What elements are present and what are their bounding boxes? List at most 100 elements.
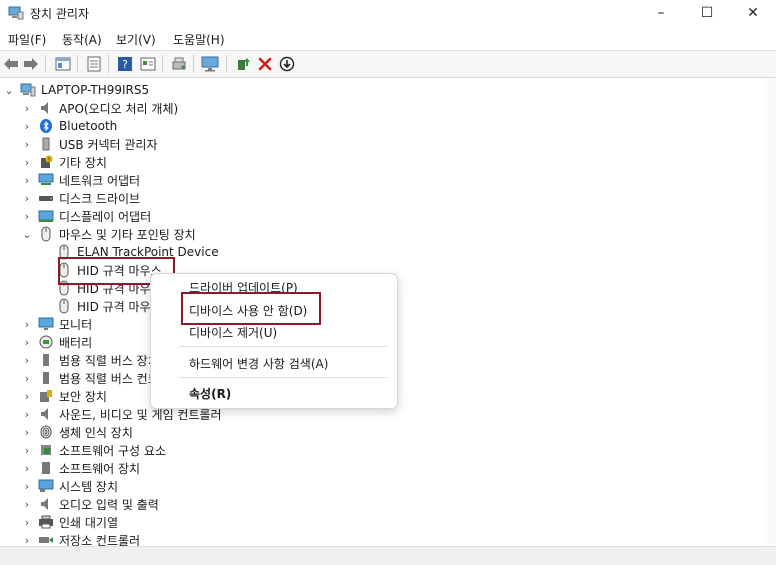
tree-item-other-devices[interactable]: › ! 기타 장치 (22, 153, 107, 171)
tree-item-label: 생체 인식 장치 (59, 425, 133, 440)
tree-item-software-components[interactable]: › 소프트웨어 구성 요소 (22, 441, 166, 459)
properties-icon[interactable] (54, 55, 72, 73)
menu-separator (179, 346, 387, 347)
tree-item-storage[interactable]: › 저장소 컨트롤러 (22, 531, 140, 547)
bluetooth-icon (38, 118, 54, 134)
menu-view[interactable]: 보기(V) (116, 31, 156, 48)
menu-file[interactable]: 파일(F) (8, 31, 46, 48)
menu-scan-hardware[interactable]: 하드웨어 변경 사항 검색(A) (189, 355, 328, 372)
tree-item-monitor[interactable]: › 모니터 (22, 315, 92, 333)
menu-separator (179, 377, 387, 378)
tree-item-label: 기타 장치 (59, 155, 107, 170)
tree-item-disk[interactable]: › 디스크 드라이브 (22, 189, 140, 207)
unknown-device-icon: ! (38, 154, 54, 170)
chevron-right-icon[interactable]: › (22, 117, 32, 135)
tree-item-usb-devices[interactable]: › 범용 직렬 버스 장치 (22, 351, 159, 369)
tree-item-mice[interactable]: ⌄ 마우스 및 기타 포인팅 장치 (22, 225, 196, 243)
tree-child-hid-mouse-3[interactable]: HID 규격 마우스 (40, 297, 162, 315)
chevron-down-icon[interactable]: ⌄ (22, 225, 32, 243)
chevron-right-icon[interactable]: › (22, 369, 32, 387)
close-button[interactable]: ✕ (730, 0, 776, 26)
chevron-right-icon[interactable]: › (22, 333, 32, 351)
chevron-right-icon[interactable]: › (22, 153, 32, 171)
horizontal-scrollbar[interactable] (0, 546, 776, 565)
usb-controller-icon (38, 370, 54, 386)
tree-item-label: APO(오디오 처리 개체) (59, 101, 179, 116)
tree-item-battery[interactable]: › 배터리 (22, 333, 92, 351)
disable-down-icon[interactable] (278, 55, 296, 73)
chevron-right-icon[interactable]: › (22, 99, 32, 117)
view-icon[interactable] (139, 55, 157, 73)
storage-icon (38, 532, 54, 546)
chevron-right-icon[interactable]: › (22, 387, 32, 405)
tree-item-label: 인쇄 대기열 (59, 515, 119, 530)
maximize-icon: ☐ (700, 5, 714, 21)
maximize-button[interactable]: ☐ (684, 0, 730, 26)
chevron-down-icon[interactable]: ⌄ (4, 81, 14, 99)
chevron-right-icon[interactable]: › (22, 531, 32, 547)
sound-icon (38, 406, 54, 422)
close-icon: ✕ (747, 5, 759, 21)
chevron-right-icon[interactable]: › (22, 459, 32, 477)
uninstall-x-icon[interactable] (256, 55, 274, 73)
chevron-right-icon[interactable]: › (22, 135, 32, 153)
tree-item-system[interactable]: › 시스템 장치 (22, 477, 118, 495)
chevron-right-icon[interactable]: › (22, 495, 32, 513)
toolbar-separator (193, 55, 194, 73)
forward-arrow-icon[interactable] (22, 55, 40, 73)
menu-uninstall-device[interactable]: 디바이스 제거(U) (189, 324, 277, 341)
tree-item-label: 보안 장치 (59, 389, 107, 404)
tree-item-label: 디스크 드라이브 (59, 191, 141, 206)
tree-item-label: USB 커넥터 관리자 (59, 137, 158, 152)
tree-item-label: 배터리 (59, 335, 93, 350)
chevron-right-icon[interactable]: › (22, 423, 32, 441)
tree-item-usb-connector[interactable]: › USB 커넥터 관리자 (22, 135, 158, 153)
tree-item-network[interactable]: › 네트워크 어댑터 (22, 171, 140, 189)
tree-root-label: LAPTOP-TH99IRS5 (41, 83, 150, 97)
update-driver-icon[interactable] (234, 55, 252, 73)
menu-properties[interactable]: 속성(R) (189, 385, 231, 402)
vertical-scrollbar[interactable] (764, 78, 776, 546)
mouse-icon (38, 226, 54, 242)
list-icon[interactable] (85, 55, 103, 73)
chevron-right-icon[interactable]: › (22, 513, 32, 531)
tree-item-label: 마우스 및 기타 포인팅 장치 (59, 227, 196, 242)
tree-item-label: 오디오 입력 및 출력 (59, 497, 159, 512)
tree-item-label: 네트워크 어댑터 (59, 173, 141, 188)
menu-help[interactable]: 도움말(H) (173, 31, 225, 48)
chevron-right-icon[interactable]: › (22, 171, 32, 189)
menu-action[interactable]: 동작(A) (62, 31, 102, 48)
minimize-button[interactable]: – (638, 0, 684, 26)
chevron-right-icon[interactable]: › (22, 207, 32, 225)
tree-item-software-devices[interactable]: › 소프트웨어 장치 (22, 459, 140, 477)
disk-icon (38, 190, 54, 206)
fingerprint-icon (38, 424, 54, 440)
back-arrow-icon[interactable] (2, 55, 20, 73)
tree-item-print-queue[interactable]: › 인쇄 대기열 (22, 513, 118, 531)
tree-item-bluetooth[interactable]: › Bluetooth (22, 117, 117, 135)
security-icon (38, 388, 54, 404)
chevron-right-icon[interactable]: › (22, 405, 32, 423)
toolbar: ? (0, 50, 776, 78)
chevron-right-icon[interactable]: › (22, 441, 32, 459)
tree-item-apo[interactable]: › APO(오디오 처리 개체) (22, 99, 178, 117)
tree-item-biometric[interactable]: › 생체 인식 장치 (22, 423, 133, 441)
chevron-right-icon[interactable]: › (22, 477, 32, 495)
chevron-right-icon[interactable]: › (22, 351, 32, 369)
scan-icon[interactable] (170, 55, 188, 73)
tree-item-audio-io[interactable]: › 오디오 입력 및 출력 (22, 495, 159, 513)
disable-device-highlight (181, 292, 321, 325)
minimize-icon: – (657, 5, 665, 21)
tree-item-label: 소프트웨어 장치 (59, 461, 141, 476)
device-manager-icon (8, 6, 24, 20)
tree-root[interactable]: ⌄ LAPTOP-TH99IRS5 (4, 81, 149, 99)
audio-io-icon (38, 496, 54, 512)
chevron-right-icon[interactable]: › (22, 315, 32, 333)
monitor-icon[interactable] (201, 55, 219, 73)
chevron-right-icon[interactable]: › (22, 189, 32, 207)
help-icon[interactable]: ? (116, 55, 134, 73)
system-icon (38, 478, 54, 494)
usb-icon (38, 136, 54, 152)
tree-item-display[interactable]: › 디스플레이 어댑터 (22, 207, 151, 225)
tree-item-security[interactable]: › 보안 장치 (22, 387, 107, 405)
